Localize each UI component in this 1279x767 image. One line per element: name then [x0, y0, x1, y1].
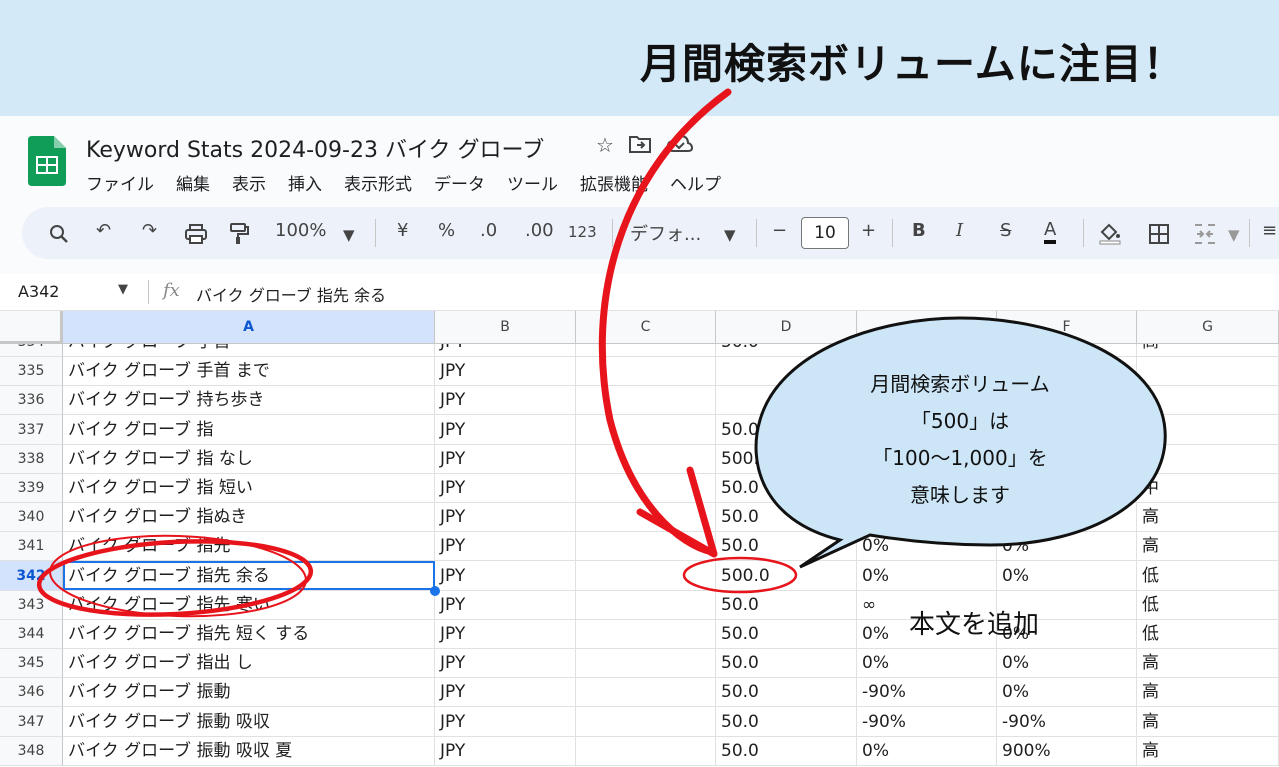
callout-line: 「100〜1,000」を — [872, 446, 1048, 470]
body-text-placeholder: 本文を追加 — [909, 610, 1040, 640]
callout-line: 「500」は — [910, 409, 1010, 433]
callout-line: 意味します — [910, 483, 1010, 507]
callout-line: 月間検索ボリューム — [870, 372, 1050, 396]
callout-text: 月間検索ボリューム 「500」は 「100〜1,000」を 意味します — [790, 366, 1130, 514]
highlight-circle-keyword — [49, 534, 307, 618]
curved-arrow — [598, 88, 732, 556]
highlight-circle-volume — [682, 556, 798, 594]
